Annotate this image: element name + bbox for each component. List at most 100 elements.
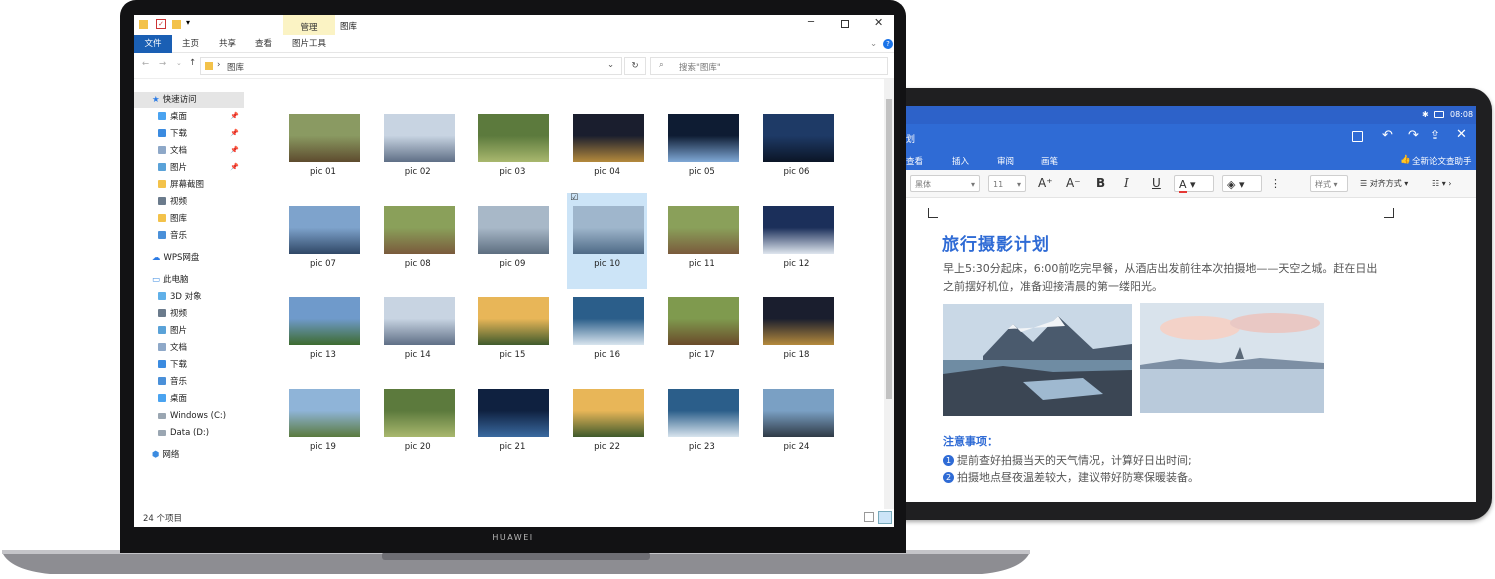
file-item[interactable]: pic 20 [378, 384, 458, 472]
forward-icon[interactable]: → [159, 59, 166, 69]
doc-paragraph[interactable]: 早上5:30分起床，6:00前吃完早餐，从酒店出发前往本次拍摄地——天空之城。赶… [943, 260, 1383, 296]
nav-pc-pictures[interactable]: 图片 [158, 323, 187, 339]
nav-pc-downloads[interactable]: 下载 [158, 357, 187, 373]
redo-icon[interactable]: ↷ [1408, 128, 1419, 143]
maximize-icon[interactable] [841, 20, 849, 28]
checkbox-icon[interactable]: ☑ [570, 193, 578, 203]
file-item[interactable]: pic 16 [567, 292, 647, 380]
nav-pc-videos[interactable]: 视频 [158, 306, 187, 322]
tab-home[interactable]: 主页 [182, 35, 199, 53]
grow-font-icon[interactable]: A⁺ [1038, 175, 1053, 192]
file-item[interactable]: pic 04 [567, 109, 647, 197]
file-item[interactable]: pic 01 [283, 109, 363, 197]
file-item[interactable]: pic 22 [567, 384, 647, 472]
assistant-icon[interactable]: 👍 [1400, 155, 1411, 165]
file-item[interactable]: pic 07 [283, 201, 363, 289]
more-icon[interactable]: ⋮ [1270, 175, 1281, 192]
file-item[interactable]: pic 02 [378, 109, 458, 197]
doc-title[interactable]: 旅行摄影计划 [942, 230, 1050, 255]
address-bar[interactable]: › 图库 ⌄ [200, 57, 622, 75]
bold-icon[interactable]: B [1096, 175, 1105, 192]
nav-pc-documents[interactable]: 文档 [158, 340, 187, 356]
tab-view[interactable]: 查看 [255, 35, 272, 53]
nav-pc-desktop[interactable]: 桌面 [158, 391, 187, 407]
new-folder-icon[interactable] [172, 20, 181, 29]
file-item[interactable]: pic 21 [472, 384, 552, 472]
nav-downloads[interactable]: 下载 [158, 126, 187, 142]
file-item[interactable]: pic 12 [757, 201, 837, 289]
nav-screenshots[interactable]: 屏幕截图 [158, 177, 204, 193]
nav-music[interactable]: 音乐 [158, 228, 187, 244]
back-icon[interactable]: ← [142, 59, 149, 69]
close-icon[interactable]: ✕ [1456, 127, 1467, 142]
file-item[interactable]: pic 15 [472, 292, 552, 380]
details-view-icon[interactable] [864, 512, 874, 522]
tab-file[interactable]: 文件 [134, 35, 172, 53]
nav-this-pc[interactable]: ▭ 此电脑 [152, 272, 189, 288]
close-window-icon[interactable]: ✕ [874, 16, 883, 29]
file-item[interactable]: pic 19 [283, 384, 363, 472]
scroll-thumb[interactable] [886, 99, 892, 399]
nav-documents[interactable]: 文档 [158, 143, 187, 159]
list-button[interactable]: ☷ ▾ › [1432, 175, 1451, 192]
pin-icon[interactable]: 📌 [230, 129, 239, 137]
ribbon-expand-icon[interactable]: ⌄ [870, 35, 877, 53]
nav-quick-access[interactable]: ★ 快速访问 [152, 92, 197, 108]
qa-dropdown-icon[interactable]: ▾ [186, 18, 190, 27]
large-icons-view-icon[interactable] [878, 511, 892, 524]
assistant-link[interactable]: 全新论文查助手 [1412, 155, 1472, 167]
nav-drive-d[interactable]: Data (D:) [158, 425, 209, 441]
notes-heading[interactable]: 注意事项： [943, 433, 998, 449]
file-item[interactable]: ☑ pic 10 [567, 192, 648, 289]
nav-desktop[interactable]: 桌面 [158, 109, 187, 125]
context-tab-manage[interactable]: 管理 [283, 21, 335, 33]
font-family-select[interactable]: 黑体 ▾ [910, 175, 980, 192]
italic-icon[interactable]: I [1124, 175, 1129, 192]
file-item[interactable]: pic 24 [757, 384, 837, 472]
nav-wps-cloud[interactable]: ☁ WPS网盘 [152, 250, 199, 266]
minimize-icon[interactable]: ─ [808, 17, 814, 28]
vertical-scrollbar[interactable] [884, 79, 894, 509]
note-item-2[interactable]: 2 拍摄地点昼夜温差较大，建议带好防寒保暖装备。 [943, 469, 1199, 485]
file-item[interactable]: pic 23 [662, 384, 742, 472]
note-item-1[interactable]: 1 提前查好拍摄当天的天气情况，计算好日出时间; [943, 452, 1192, 468]
pin-icon[interactable]: 📌 [230, 112, 239, 120]
file-item[interactable]: pic 14 [378, 292, 458, 380]
tab-share[interactable]: 共享 [219, 35, 236, 53]
underline-icon[interactable]: U [1152, 175, 1161, 192]
font-color-button[interactable]: A ▾ [1174, 175, 1214, 193]
nav-pc-music[interactable]: 音乐 [158, 374, 187, 390]
up-icon[interactable]: ↑ [189, 58, 196, 68]
share-icon[interactable]: ⇪ [1430, 128, 1440, 142]
undo-icon[interactable]: ↶ [1382, 128, 1393, 143]
nav-3d-objects[interactable]: 3D 对象 [158, 289, 202, 305]
file-item[interactable]: pic 18 [757, 292, 837, 380]
tab-insert[interactable]: 插入 [952, 155, 969, 167]
highlight-button[interactable]: ◈ ▾ [1222, 175, 1262, 192]
recent-icon[interactable]: ⌄ [176, 59, 182, 67]
nav-drive-c[interactable]: Windows (C:) [158, 408, 226, 424]
properties-icon[interactable]: ✓ [156, 19, 166, 29]
nav-pictures[interactable]: 图片 [158, 160, 187, 176]
nav-videos[interactable]: 视频 [158, 194, 187, 210]
refresh-icon[interactable]: ↻ [624, 57, 646, 75]
shrink-font-icon[interactable]: A⁻ [1066, 175, 1081, 192]
file-item[interactable]: pic 05 [662, 109, 742, 197]
save-icon[interactable] [1352, 131, 1363, 142]
file-item[interactable]: pic 09 [472, 201, 552, 289]
pin-icon[interactable]: 📌 [230, 163, 239, 171]
style-select[interactable]: 样式 ▾ [1310, 175, 1348, 192]
tab-brush[interactable]: 画笔 [1041, 155, 1058, 167]
doc-image-lake-island[interactable] [1140, 303, 1324, 413]
file-item[interactable]: pic 08 [378, 201, 458, 289]
font-size-select[interactable]: 11 ▾ [988, 175, 1026, 192]
align-button[interactable]: ☰ 对齐方式 ▾ [1360, 175, 1408, 192]
nav-gallery[interactable]: 图库 [158, 211, 187, 227]
file-item[interactable]: pic 13 [283, 292, 363, 380]
tab-review[interactable]: 审阅 [997, 155, 1014, 167]
nav-network[interactable]: ⬢ 网络 [152, 447, 179, 463]
tab-picture-tools[interactable]: 图片工具 [292, 35, 326, 53]
help-icon[interactable]: ? [883, 39, 893, 49]
doc-image-mountain-lake[interactable] [943, 304, 1132, 416]
file-item[interactable]: pic 11 [662, 201, 742, 289]
